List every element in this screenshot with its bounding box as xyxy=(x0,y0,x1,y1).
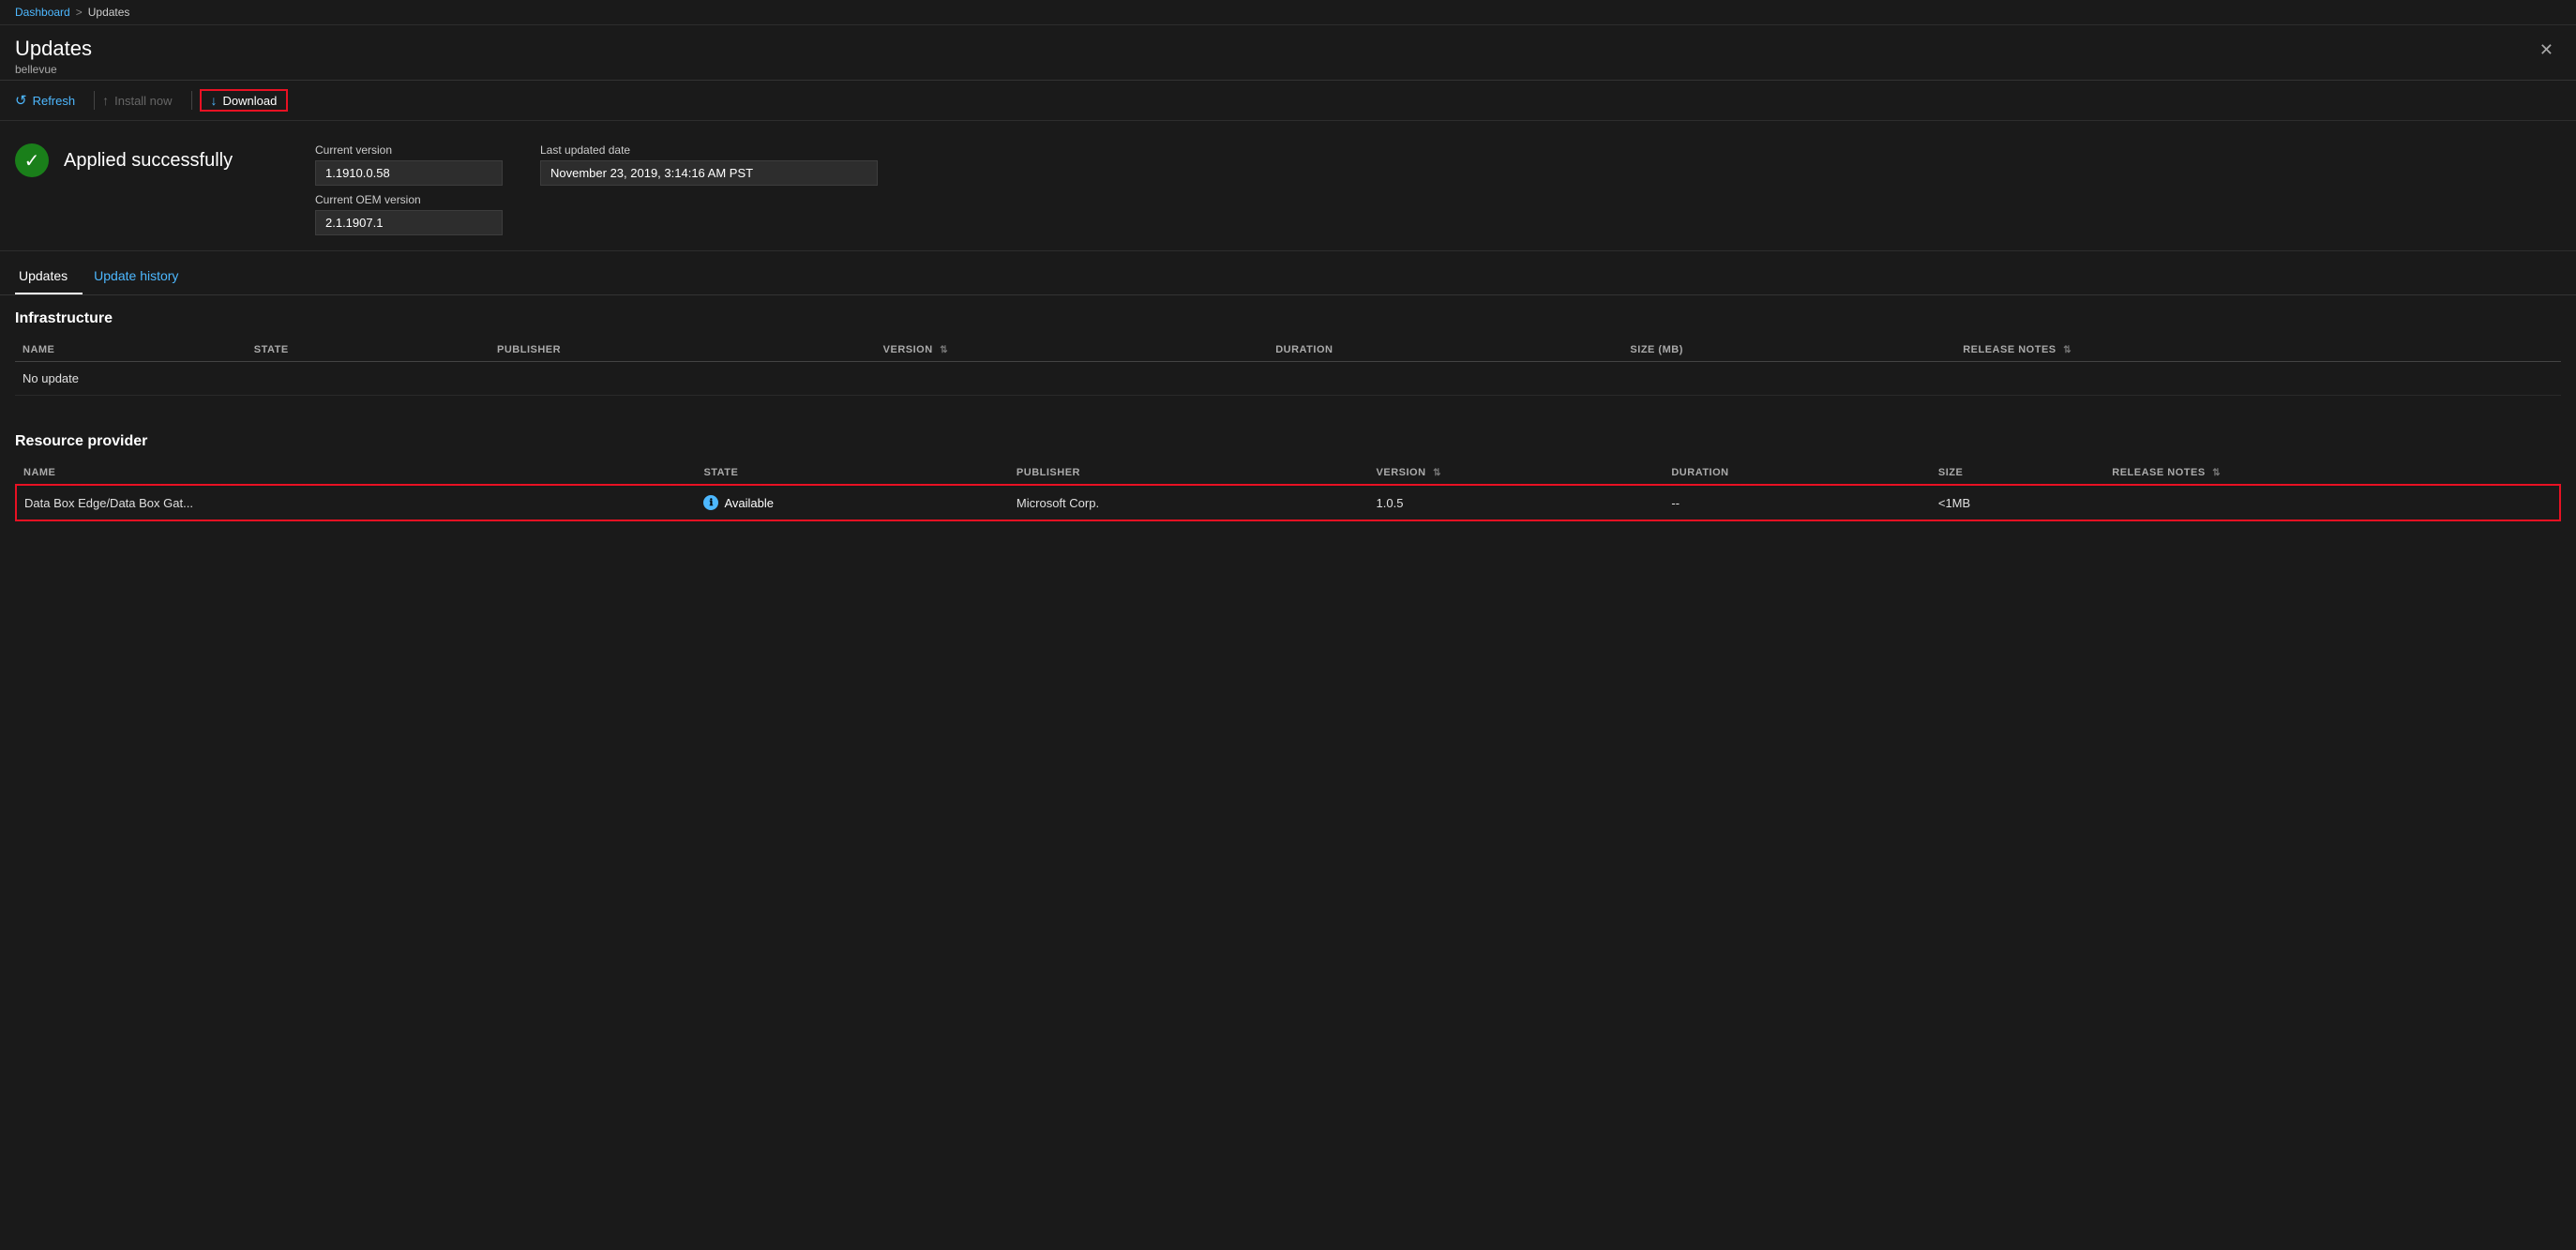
page-subtitle: bellevue xyxy=(15,63,92,76)
current-oem-field: Current OEM version 2.1.1907.1 xyxy=(315,193,503,235)
toolbar-btn-group: ↺ Refresh ↑ Install now ↓ Download xyxy=(15,88,288,113)
install-icon: ↑ xyxy=(102,93,109,108)
status-fields-row: Current version 1.1910.0.58 Current OEM … xyxy=(315,143,878,235)
infra-col-duration: DURATION xyxy=(1268,339,1622,362)
download-icon: ↓ xyxy=(211,93,218,108)
resource-provider-table: NAME STATE PUBLISHER VERSION ⇅ DURATION … xyxy=(15,461,2561,521)
no-update-cell: No update xyxy=(15,362,2561,396)
rp-version-sort-icon[interactable]: ⇅ xyxy=(1433,468,1441,478)
infrastructure-no-update-row: No update xyxy=(15,362,2561,396)
last-updated-label: Last updated date xyxy=(540,143,878,157)
current-version-field: Current version 1.1910.0.58 xyxy=(315,143,503,186)
status-section: ✓ Applied successfully Current version 1… xyxy=(0,121,2576,251)
rp-row-release-notes xyxy=(2104,485,2560,520)
infra-col-size: SIZE (MB) xyxy=(1622,339,1955,362)
breadcrumb-dashboard-link[interactable]: Dashboard xyxy=(15,6,70,19)
last-updated-value: November 23, 2019, 3:14:16 AM PST xyxy=(540,160,878,186)
install-label: Install now xyxy=(114,94,172,108)
breadcrumb-separator: > xyxy=(76,6,83,19)
refresh-icon: ↺ xyxy=(15,92,27,109)
infrastructure-header-row: NAME STATE PUBLISHER VERSION ⇅ DURATION … xyxy=(15,339,2561,362)
tab-update-history[interactable]: Update history xyxy=(90,259,193,294)
rp-col-name: NAME xyxy=(16,461,696,485)
tabs-container: Updates Update history xyxy=(0,259,2576,295)
rp-row-publisher: Microsoft Corp. xyxy=(1009,485,1369,520)
rp-col-duration: DURATION xyxy=(1664,461,1931,485)
infra-col-version: VERSION ⇅ xyxy=(876,339,1269,362)
breadcrumb: Dashboard > Updates xyxy=(0,0,2576,25)
refresh-label: Refresh xyxy=(33,94,76,108)
version-sort-icon[interactable]: ⇅ xyxy=(940,345,948,355)
rp-row-name: Data Box Edge/Data Box Gat... xyxy=(16,485,696,520)
rp-row-size: <1MB xyxy=(1931,485,2104,520)
status-success-icon: ✓ xyxy=(15,143,49,177)
download-button[interactable]: ↓ Download xyxy=(200,89,289,112)
rp-col-state: STATE xyxy=(696,461,1008,485)
close-button[interactable]: ✕ xyxy=(2532,37,2561,64)
toolbar-divider-1 xyxy=(94,91,95,110)
toolbar: ↺ Refresh ↑ Install now ↓ Download xyxy=(0,81,2576,121)
rp-col-size: SIZE xyxy=(1931,461,2104,485)
infrastructure-table: NAME STATE PUBLISHER VERSION ⇅ DURATION … xyxy=(15,339,2561,396)
rp-col-version: VERSION ⇅ xyxy=(1369,461,1665,485)
available-dot-icon: ℹ xyxy=(703,495,718,510)
main-content: Infrastructure NAME STATE PUBLISHER VERS… xyxy=(0,295,2576,521)
infra-col-state: STATE xyxy=(247,339,490,362)
page-header: Updates bellevue ✕ xyxy=(0,25,2576,81)
rp-row-version: 1.0.5 xyxy=(1369,485,1665,520)
current-oem-value: 2.1.1907.1 xyxy=(315,210,503,235)
infra-col-name: NAME xyxy=(15,339,247,362)
page-title: Updates xyxy=(15,37,92,61)
resource-provider-row[interactable]: Data Box Edge/Data Box Gat... ℹ Availabl… xyxy=(16,485,2560,520)
tab-updates[interactable]: Updates xyxy=(15,259,83,294)
release-notes-sort-icon[interactable]: ⇅ xyxy=(2063,345,2071,355)
rp-release-notes-sort-icon[interactable]: ⇅ xyxy=(2212,468,2221,478)
status-text: Applied successfully xyxy=(64,150,233,172)
rp-col-publisher: PUBLISHER xyxy=(1009,461,1369,485)
install-now-button[interactable]: ↑ Install now xyxy=(102,89,183,112)
current-version-value: 1.1910.0.58 xyxy=(315,160,503,186)
available-badge: ℹ Available xyxy=(703,495,1001,510)
rp-col-release-notes: RELEASE NOTES ⇅ xyxy=(2104,461,2560,485)
rp-row-duration: -- xyxy=(1664,485,1931,520)
infrastructure-section: Infrastructure NAME STATE PUBLISHER VERS… xyxy=(0,295,2576,396)
refresh-button[interactable]: ↺ Refresh xyxy=(15,88,86,113)
breadcrumb-current: Updates xyxy=(88,6,130,19)
current-version-label: Current version xyxy=(315,143,503,157)
infrastructure-title: Infrastructure xyxy=(15,310,2561,327)
available-label: Available xyxy=(724,496,774,510)
version-fields: Current version 1.1910.0.58 Current OEM … xyxy=(315,143,503,235)
date-fields: Last updated date November 23, 2019, 3:1… xyxy=(540,143,878,235)
rp-row-state: ℹ Available xyxy=(696,485,1008,520)
resource-header-row: NAME STATE PUBLISHER VERSION ⇅ DURATION … xyxy=(16,461,2560,485)
status-left: ✓ Applied successfully xyxy=(15,143,259,177)
checkmark-icon: ✓ xyxy=(24,149,40,173)
header-title-group: Updates bellevue xyxy=(15,37,92,76)
infra-col-release-notes: RELEASE NOTES ⇅ xyxy=(1955,339,2561,362)
resource-provider-section: Resource provider NAME STATE PUBLISHER V… xyxy=(0,396,2576,521)
resource-provider-title: Resource provider xyxy=(15,433,2561,450)
toolbar-divider-2 xyxy=(191,91,192,110)
current-oem-label: Current OEM version xyxy=(315,193,503,206)
infra-col-publisher: PUBLISHER xyxy=(490,339,876,362)
download-label: Download xyxy=(223,94,278,108)
last-updated-field: Last updated date November 23, 2019, 3:1… xyxy=(540,143,878,186)
